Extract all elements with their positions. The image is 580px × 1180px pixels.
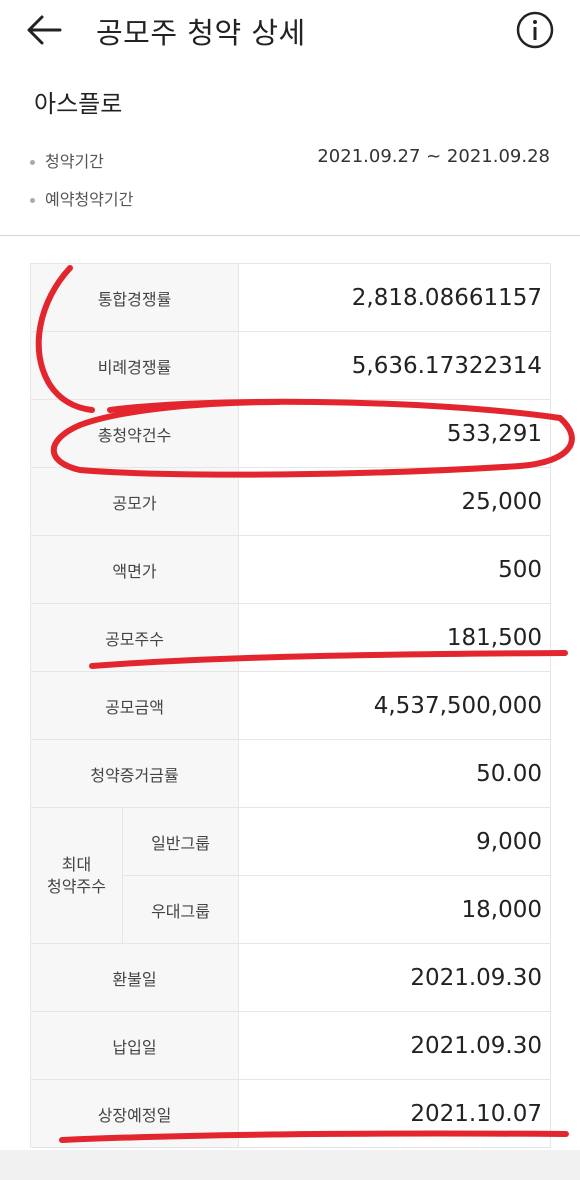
row-label: 공모주수 [29, 603, 240, 672]
page-title: 공모주 청약 상세 [96, 16, 306, 50]
row-value: 181,500 [238, 603, 552, 672]
row-label: 비례경쟁률 [29, 331, 240, 400]
table-row: 통합경쟁률 2,818.08661157 [29, 263, 552, 332]
table-row: 공모금액 4,537,500,000 [29, 671, 552, 740]
info-button[interactable] [515, 10, 555, 50]
row-label: 공모금액 [29, 671, 240, 740]
table-row: 청약증거금률 50.00 [29, 739, 552, 808]
back-button[interactable] [22, 8, 66, 52]
row-label: 상장예정일 [29, 1079, 240, 1148]
row-label: 총청약건수 [29, 399, 240, 468]
table-row: 납입일 2021.09.30 [29, 1011, 552, 1080]
ipo-detail-table: 통합경쟁률 2,818.08661157 비례경쟁률 5,636.1732231… [29, 263, 552, 1148]
row-label: 청약증거금률 [29, 739, 240, 808]
table-row: 최대 청약주수 일반그룹 9,000 [30, 807, 552, 944]
table-row: 액면가 500 [29, 535, 552, 604]
row-label: 공모가 [29, 467, 240, 536]
row-label: 통합경쟁률 [29, 263, 240, 332]
arrow-left-icon [27, 15, 62, 45]
table-row: 환불일 2021.09.30 [29, 943, 552, 1012]
bullet-icon [30, 160, 35, 165]
row-value: 5,636.17322314 [238, 331, 552, 400]
company-name: 아스플로 [34, 90, 123, 118]
row-value: 25,000 [238, 467, 552, 536]
row-value: 2021.09.30 [238, 1011, 552, 1080]
table-row: 비례경쟁률 5,636.17322314 [29, 331, 552, 400]
row-value: 500 [238, 535, 552, 604]
preferred-group-label: 우대그룹 [121, 875, 240, 944]
reservation-period-row: 예약청약기간 [30, 186, 550, 210]
app-header: 공모주 청약 상세 [0, 0, 580, 62]
bottom-bar [0, 1150, 580, 1180]
subscription-period-label: 청약기간 [45, 152, 104, 171]
row-label: 환불일 [29, 943, 240, 1012]
row-value: 4,537,500,000 [238, 671, 552, 740]
row-value: 533,291 [238, 399, 552, 468]
table-row: 공모가 25,000 [29, 467, 552, 536]
table-row: 상장예정일 2021.10.07 [29, 1079, 552, 1148]
table-row: 공모주수 181,500 [29, 603, 552, 672]
row-value: 2,818.08661157 [238, 263, 552, 332]
row-label: 액면가 [29, 535, 240, 604]
subscription-period-value: 2021.09.27 ~ 2021.09.28 [317, 146, 550, 167]
row-value: 2021.10.07 [238, 1079, 552, 1148]
table-row: 총청약건수 533,291 [29, 399, 552, 468]
row-value: 50.00 [238, 739, 552, 808]
preferred-group-value: 18,000 [238, 875, 552, 944]
row-value: 2021.09.30 [238, 943, 552, 1012]
subscription-period-row: 청약기간 2021.09.27 ~ 2021.09.28 [30, 146, 550, 172]
general-group-value: 9,000 [238, 807, 552, 876]
row-label: 납입일 [29, 1011, 240, 1080]
bullet-icon [30, 198, 35, 203]
reservation-period-label: 예약청약기간 [45, 190, 134, 209]
section-divider [0, 235, 580, 236]
info-circle-icon [516, 11, 554, 49]
general-group-label: 일반그룹 [121, 807, 240, 876]
max-shares-label: 최대 청약주수 [30, 807, 123, 944]
